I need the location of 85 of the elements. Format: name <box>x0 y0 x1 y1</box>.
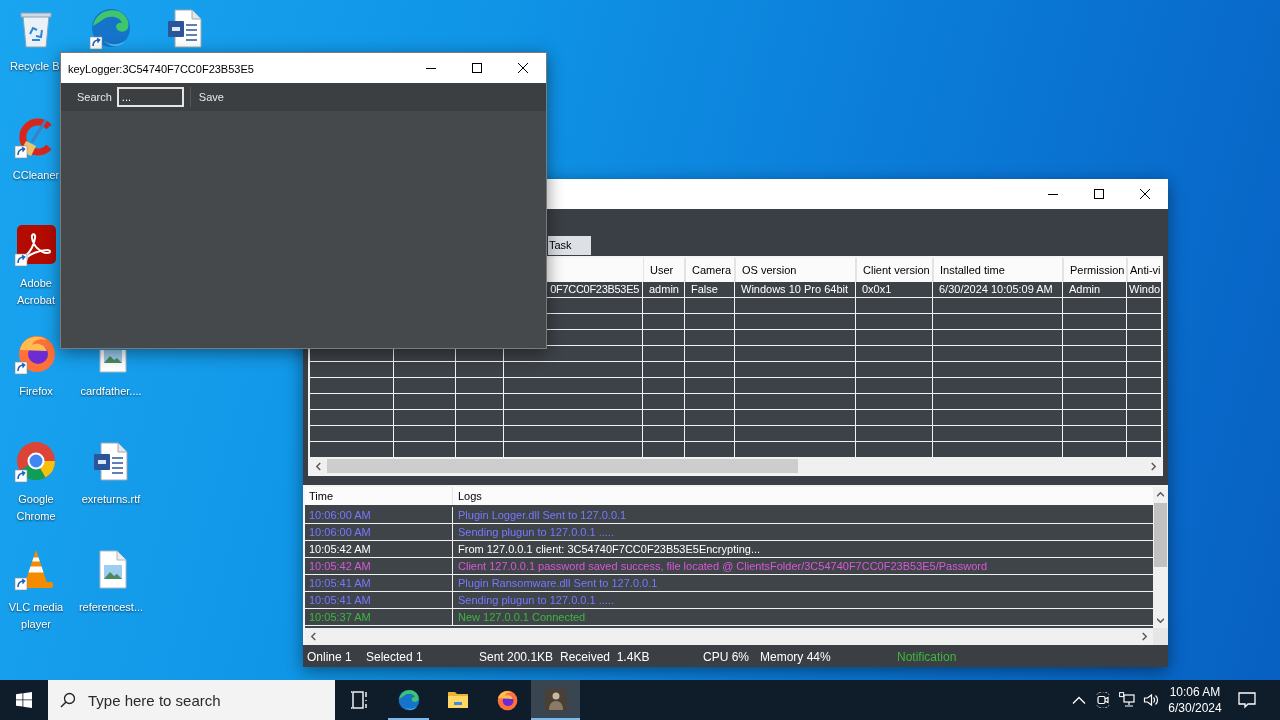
windows-logo-icon <box>16 692 32 708</box>
chevron-left-icon <box>314 461 322 471</box>
chevron-up-icon <box>1071 696 1086 704</box>
log-message: Sending plugun to 127.0.0.1 ..... <box>457 593 615 608</box>
log-time: 10:05:42 AM <box>308 559 372 574</box>
desktop-icon-label: exreturns.rtf <box>81 493 141 505</box>
log-time: 10:05:41 AM <box>308 576 372 591</box>
horizontal-scrollbar[interactable] <box>305 628 1153 645</box>
save-button[interactable]: Save <box>194 86 228 108</box>
figure-icon <box>543 688 568 712</box>
chevron-right-icon <box>1149 461 1157 471</box>
speech-bubble-icon <box>1238 691 1256 709</box>
search-icon <box>60 692 76 708</box>
status-text: Online 1 <box>307 650 352 664</box>
log-message: Plugin Logger.dll Sent to 127.0.0.1 <box>457 508 628 523</box>
log-message: Plugin Ransomware.dll Sent to 127.0.0.1 <box>457 576 659 591</box>
column-header[interactable]: Permission <box>1063 258 1127 282</box>
column-header[interactable]: Time <box>305 487 453 505</box>
desktop-icon-label: Recycle Bi <box>10 60 62 72</box>
table-cell-text: Admin <box>1068 282 1102 297</box>
close-icon <box>518 63 528 73</box>
search-field[interactable]: ... <box>116 87 184 107</box>
status-text: Sent 200.1KB <box>479 650 554 664</box>
search-label: Search <box>77 89 112 105</box>
chevron-left-icon <box>310 632 317 641</box>
table-cell-text: 0x0x1 <box>861 282 893 297</box>
swirl-logo-icon <box>396 688 421 712</box>
log-message: From 127.0.0.1 client: 3C54740F7CC0F23B53E5Encrypting... <box>457 542 762 557</box>
status-text: Received 1.4KB <box>560 650 650 664</box>
column-header[interactable]: OS version <box>735 258 856 282</box>
horizontal-scrollbar[interactable] <box>310 458 1161 474</box>
table-cell-text: Windows 10 Pro 64bit <box>740 282 849 297</box>
log-time: 10:05:42 AM <box>308 542 372 557</box>
chevron-up-icon <box>1157 490 1164 499</box>
column-header[interactable]: Anti-vi <box>1127 258 1161 282</box>
table-cell-text: Windo <box>1128 282 1161 297</box>
tab[interactable]: Task <box>548 236 591 255</box>
status-text: Notification <box>897 650 957 664</box>
video-camera-icon <box>1095 692 1111 708</box>
table-cell-text: 0F7CC0F23B53E5 <box>549 282 640 297</box>
scrollbar-thumb[interactable] <box>327 459 798 473</box>
maximize-icon <box>472 63 482 73</box>
volume-icon <box>1143 692 1159 708</box>
desktop-icon-label: Adobe Acrobat <box>17 277 55 306</box>
scrollbar-thumb[interactable] <box>1154 503 1167 567</box>
table-cell-text: admin <box>648 282 680 297</box>
column-header[interactable]: Installed time <box>933 258 1063 282</box>
minimize-icon <box>1048 193 1058 195</box>
search-field[interactable]: Type here to search <box>48 680 335 720</box>
desktop-icon-label: VLC media player <box>8 601 64 630</box>
window-title: keyLogger:3C54740F7CC0F23B53E5 <box>68 63 254 75</box>
chevron-down-icon <box>1157 616 1164 625</box>
column-header[interactable]: Camera <box>685 258 735 282</box>
log-message: New 127.0.0.1 Connected <box>457 610 587 625</box>
status-text: Memory 44% <box>760 650 831 664</box>
vertical-scrollbar[interactable] <box>1153 487 1168 628</box>
minimize-icon <box>426 67 436 69</box>
table-cell-text: False <box>690 282 719 297</box>
column-header[interactable]: User <box>643 258 685 282</box>
desktop-icon-label: CCleaner <box>12 169 60 181</box>
log-time: 10:06:00 AM <box>308 525 372 540</box>
clock-time: 10:06 AM <box>1169 684 1221 700</box>
log-time: 10:06:00 AM <box>308 508 372 523</box>
swirl-logo-icon[interactable] <box>89 6 133 50</box>
desktop-icon-label: cardfather.... <box>80 385 142 397</box>
network-icon <box>1119 692 1135 708</box>
chevron-right-icon <box>1141 632 1148 641</box>
desktop-icon-label: Firefox <box>19 385 53 397</box>
log-message: Client 127.0.0.1 password saved success, file located @ ClientsFolder/3C54740F7CC0F23B53E5/Password <box>457 559 989 574</box>
clock-date: 6/30/2024 <box>1168 700 1222 716</box>
log-time: 10:05:41 AM <box>308 593 372 608</box>
maximize-icon <box>1094 189 1104 199</box>
ring-logo-icon[interactable] <box>14 439 58 483</box>
status-text: Selected 1 <box>366 650 423 664</box>
column-header[interactable]: Client version <box>856 258 933 282</box>
status-text: CPU 6% <box>703 650 749 664</box>
curl-logo-icon[interactable] <box>14 223 58 267</box>
log-message: Sending plugun to 127.0.0.1 ..... <box>457 525 615 540</box>
close-icon <box>1140 189 1150 199</box>
scrollbar-corner <box>1153 628 1168 645</box>
table-cell-text: 6/30/2024 10:05:09 AM <box>938 282 1054 297</box>
column-header[interactable]: Logs <box>453 487 1153 505</box>
desktop-icon-label: referencest... <box>78 601 144 613</box>
log-time: 10:05:37 AM <box>308 610 372 625</box>
desktop-icon-label: Google Chrome <box>16 493 56 522</box>
